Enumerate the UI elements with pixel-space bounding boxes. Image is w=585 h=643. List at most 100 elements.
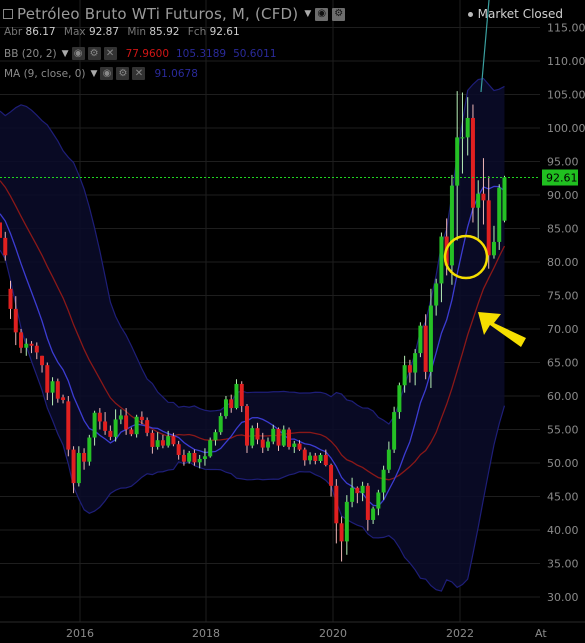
candle-body [223,399,228,417]
candle-body [413,353,418,373]
candle-body [486,200,491,256]
candle-body [34,345,39,353]
candle-body [287,429,292,447]
indicator-bb-row[interactable]: BB (20, 2) ▼ ◉ ⚙ ✕ 77.9600 105.3189 50.6… [4,47,277,60]
candle-body [476,193,481,208]
candle-body [344,501,349,542]
x-tick-label: 2016 [66,627,94,640]
y-tick-label: 35.00 [547,558,579,571]
x-tick-label: At [535,627,547,640]
candle-body [218,416,223,433]
indicator-bb-settings-icon[interactable]: ⚙ [87,47,101,60]
indicator-bb-close-icon[interactable]: ✕ [103,47,117,60]
candle-body [423,325,428,372]
candle-body [202,456,207,459]
candle-body [50,381,55,393]
symbol-visibility-icon[interactable]: ◉ [315,7,329,21]
indicator-bb-caret-icon[interactable]: ▼ [62,49,69,59]
bollinger-band-fill [0,78,505,592]
market-status-label: Market Closed [477,7,563,21]
indicator-ma-visibility-icon[interactable]: ◉ [100,67,114,80]
candle-body [155,440,160,447]
candle-body [76,452,81,484]
x-tick-label: 2018 [192,627,220,640]
candle-body [255,428,260,440]
candle-body [66,401,71,450]
price-tag-label: 92.61 [546,172,578,185]
y-tick-label: 85.00 [547,223,579,236]
candle-body [308,455,313,461]
candle-body [355,487,360,494]
y-tick-label: 60.00 [547,390,579,403]
candle-body [45,365,50,393]
candle-body [276,428,281,446]
candle-body [19,332,24,348]
candle-body [266,441,271,448]
ohlc-close-value: 92.61 [209,26,240,38]
candle-body [244,406,249,446]
candle-body [134,416,139,435]
candle-body [460,137,465,139]
ohlc-open-value: 86.17 [25,26,56,38]
candle-body [160,440,165,446]
indicator-bb-label[interactable]: BB (20, 2) [4,48,57,60]
candle-body [313,455,318,461]
ohlc-high-key: Max [63,26,86,38]
y-tick-label: 110.00 [547,55,585,68]
y-tick-label: 55.00 [547,424,579,437]
y-tick-label: 90.00 [547,189,579,202]
ohlc-high-value: 92.87 [88,26,120,38]
symbol-settings-gear-icon[interactable]: ⚙ [332,7,346,21]
candle-body [208,440,213,457]
indicator-ma-settings-icon[interactable]: ⚙ [116,67,130,80]
indicator-bb-value-2: 105.3189 [176,47,227,60]
candle-body [234,383,239,409]
candle-body [181,454,186,462]
candle-body [87,437,92,462]
indicator-ma-label[interactable]: MA (9, close, 0) [4,68,86,80]
market-status: Market Closed [467,7,563,21]
candle-body [339,523,344,542]
candle-body [397,385,402,413]
candle-body [108,430,113,437]
candle-body [213,432,218,441]
candle-body [360,485,365,494]
candle-body [8,288,13,309]
candle-body [491,241,496,256]
candle-body [13,308,18,333]
candle-body [402,365,407,386]
candle-body [150,432,155,447]
candle-body [260,439,265,448]
candle-body [0,222,2,238]
symbol-dropdown-caret-icon[interactable]: ▼ [304,9,311,19]
candle-body [455,137,460,186]
candle-body [407,365,412,373]
y-tick-label: 95.00 [547,156,579,169]
candle-body [187,452,192,462]
candle-body [323,454,328,466]
candle-body [271,428,276,442]
symbol-title[interactable]: Petróleo Bruto WTi Futuros, M, (CFD) [17,5,298,23]
symbol-collapse-icon[interactable] [3,9,13,19]
indicator-ma-caret-icon[interactable]: ▼ [91,69,98,79]
candle-body [139,416,144,421]
candle-body [392,412,397,450]
candle-body [449,185,454,266]
indicator-ma-row[interactable]: MA (9, close, 0) ▼ ◉ ⚙ ✕ 91.0678 [4,67,198,80]
candle-body [118,415,123,420]
candle-body [129,429,134,435]
candle-body [113,419,118,437]
candle-body [61,397,66,401]
indicator-ma-close-icon[interactable]: ✕ [132,67,146,80]
price-chart[interactable]: 115.00 110.00 105.00 100.00 95.00 90.00 85.00 8… [0,0,585,643]
indicator-bb-visibility-icon[interactable]: ◉ [71,47,85,60]
ohlc-low-value: 85.92 [149,26,180,38]
candle-body [386,449,391,470]
candle-body [428,305,433,372]
candle-body [71,449,76,484]
x-tick-label: 2022 [446,627,474,640]
candle-body [40,355,45,366]
candle-body [365,485,370,520]
candle-body [329,465,334,486]
candle-body [250,428,255,446]
